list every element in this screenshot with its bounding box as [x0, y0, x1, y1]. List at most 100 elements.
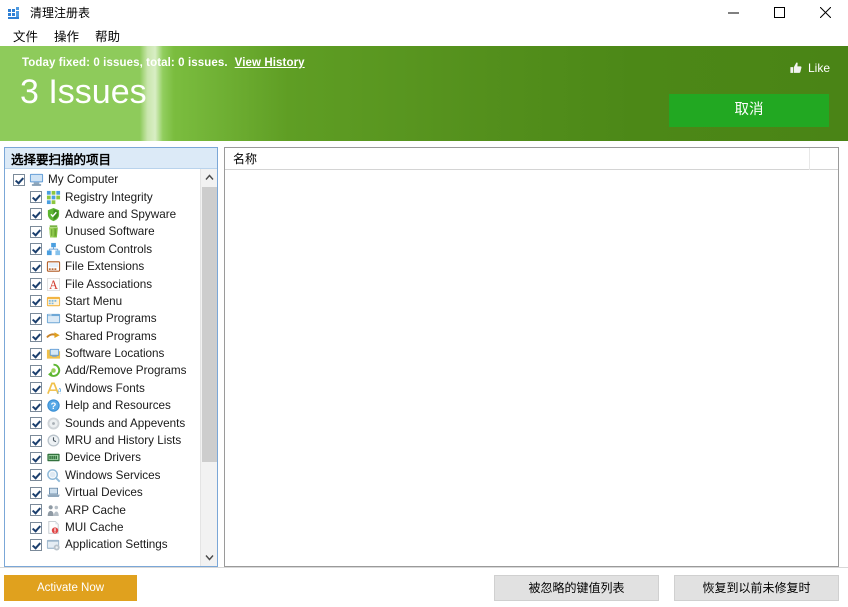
tree-item-my-computer[interactable]: My Computer — [5, 171, 200, 188]
checkbox-19[interactable] — [30, 504, 42, 516]
scroll-thumb[interactable] — [202, 187, 217, 462]
speaker-disc-icon — [46, 416, 61, 431]
checkbox-13[interactable] — [30, 400, 42, 412]
menu-help[interactable]: 帮助 — [88, 24, 127, 48]
tree-item-help-and-resources[interactable]: ?Help and Resources — [5, 397, 200, 414]
scroll-up-button[interactable] — [201, 169, 217, 186]
restore-previous-button[interactable]: 恢复到以前未修复时 — [674, 575, 839, 601]
checkbox-10[interactable] — [30, 348, 42, 360]
tree-item-windows-fonts[interactable]: AWindows Fonts — [5, 380, 200, 397]
minimize-button[interactable] — [710, 0, 756, 25]
tree-item-sounds-and-appevents[interactable]: Sounds and Appevents — [5, 414, 200, 431]
tree-item-start-menu[interactable]: Start Menu — [5, 293, 200, 310]
laptop-icon — [46, 485, 61, 500]
tree-item-file-associations[interactable]: A File Associations — [5, 275, 200, 292]
tree-item-label: Unused Software — [65, 225, 155, 238]
tree-item-label: File Associations — [65, 278, 152, 291]
checkbox-17[interactable] — [30, 469, 42, 481]
main-content: 选择要扫描的项目 My ComputerRegistry IntegrityAd… — [0, 141, 848, 567]
checkbox-5[interactable] — [30, 261, 42, 273]
results-panel: 名称 — [224, 147, 839, 567]
checkbox-2[interactable] — [30, 208, 42, 220]
column-header-spacer — [810, 148, 838, 170]
scan-tree[interactable]: My ComputerRegistry IntegrityAdware and … — [5, 169, 200, 566]
tree-item-add-remove-programs[interactable]: Add/Remove Programs — [5, 362, 200, 379]
start-menu-icon — [46, 294, 61, 309]
menu-file[interactable]: 文件 — [6, 24, 45, 48]
checkbox-9[interactable] — [30, 330, 42, 342]
tree-scrollbar[interactable] — [200, 169, 217, 566]
tree-item-mru-and-history-lists[interactable]: MRU and History Lists — [5, 432, 200, 449]
svg-text:?: ? — [51, 401, 57, 411]
letter-a-icon: A — [46, 277, 61, 292]
tree-item-shared-programs[interactable]: Shared Programs — [5, 328, 200, 345]
tree-item-label: MUI Cache — [65, 521, 123, 534]
tree-item-windows-services[interactable]: Windows Services — [5, 467, 200, 484]
checkbox-18[interactable] — [30, 487, 42, 499]
banner-content: Today fixed: 0 issues, total: 0 issues.V… — [0, 46, 848, 141]
checkbox-8[interactable] — [30, 313, 42, 325]
issues-count: 3 Issues — [20, 71, 147, 113]
menu-action[interactable]: 操作 — [47, 24, 86, 48]
ignored-keys-list-button[interactable]: 被忽略的键值列表 — [494, 575, 659, 601]
results-column-headers: 名称 — [225, 148, 838, 170]
checkbox-3[interactable] — [30, 226, 42, 238]
app-grid-icon — [8, 5, 23, 20]
tree-item-label: Custom Controls — [65, 243, 152, 256]
tree-item-virtual-devices[interactable]: Virtual Devices — [5, 484, 200, 501]
tree-item-label: Sounds and Appevents — [65, 417, 185, 430]
checkbox-20[interactable] — [30, 522, 42, 534]
tree-item-mui-cache[interactable]: MUI Cache — [5, 519, 200, 536]
tree-item-adware-and-spyware[interactable]: Adware and Spyware — [5, 206, 200, 223]
view-history-link[interactable]: View History — [235, 57, 305, 69]
window-controls — [710, 0, 848, 25]
checkbox-1[interactable] — [30, 191, 42, 203]
help-question-icon: ? — [46, 398, 61, 413]
checkbox-15[interactable] — [30, 435, 42, 447]
folder-monitor-icon — [46, 346, 61, 361]
scroll-down-button[interactable] — [201, 549, 217, 566]
checkbox-4[interactable] — [30, 243, 42, 255]
people-icon — [46, 503, 61, 518]
chip-icon — [46, 450, 61, 465]
tree-item-label: Startup Programs — [65, 312, 157, 325]
font-icon: A — [46, 381, 61, 396]
tree-item-unused-software[interactable]: Unused Software — [5, 223, 200, 240]
results-list-body[interactable] — [225, 170, 838, 566]
chevron-up-icon — [205, 174, 214, 181]
tree-item-software-locations[interactable]: Software Locations — [5, 345, 200, 362]
tree-item-startup-programs[interactable]: Startup Programs — [5, 310, 200, 327]
chevron-down-icon — [205, 554, 214, 561]
checkbox-21[interactable] — [30, 539, 42, 551]
recycle-icon — [46, 363, 61, 378]
tree-item-registry-integrity[interactable]: Registry Integrity — [5, 188, 200, 205]
tree-item-label: Device Drivers — [65, 451, 141, 464]
minimize-icon — [728, 7, 739, 18]
tree-item-application-settings[interactable]: Application Settings — [5, 536, 200, 553]
checkbox-11[interactable] — [30, 365, 42, 377]
checkbox-7[interactable] — [30, 295, 42, 307]
tree-item-label: Shared Programs — [65, 330, 157, 343]
checkbox-12[interactable] — [30, 382, 42, 394]
column-header-name[interactable]: 名称 — [225, 148, 810, 170]
footer-bar: Activate Now 被忽略的键值列表 恢复到以前未修复时 — [0, 567, 848, 607]
tree-item-custom-controls[interactable]: Custom Controls — [5, 241, 200, 258]
checkbox-16[interactable] — [30, 452, 42, 464]
like-button[interactable]: Like — [789, 61, 830, 75]
checkbox-6[interactable] — [30, 278, 42, 290]
tree-item-arp-cache[interactable]: ARP Cache — [5, 501, 200, 518]
activate-now-button[interactable]: Activate Now — [4, 575, 137, 601]
checkbox-14[interactable] — [30, 417, 42, 429]
tree-item-label: Start Menu — [65, 295, 122, 308]
maximize-button[interactable] — [756, 0, 802, 25]
title-bar: 清理注册表 — [0, 0, 848, 25]
like-label: Like — [808, 61, 830, 75]
shield-icon — [46, 207, 61, 222]
tree-item-device-drivers[interactable]: Device Drivers — [5, 449, 200, 466]
cancel-button[interactable]: 取消 — [669, 94, 829, 127]
close-button[interactable] — [802, 0, 848, 25]
checkbox-0[interactable] — [13, 174, 25, 186]
menu-bar: 文件 操作 帮助 — [0, 25, 848, 46]
tree-item-file-extensions[interactable]: File Extensions — [5, 258, 200, 275]
clock-icon — [46, 433, 61, 448]
